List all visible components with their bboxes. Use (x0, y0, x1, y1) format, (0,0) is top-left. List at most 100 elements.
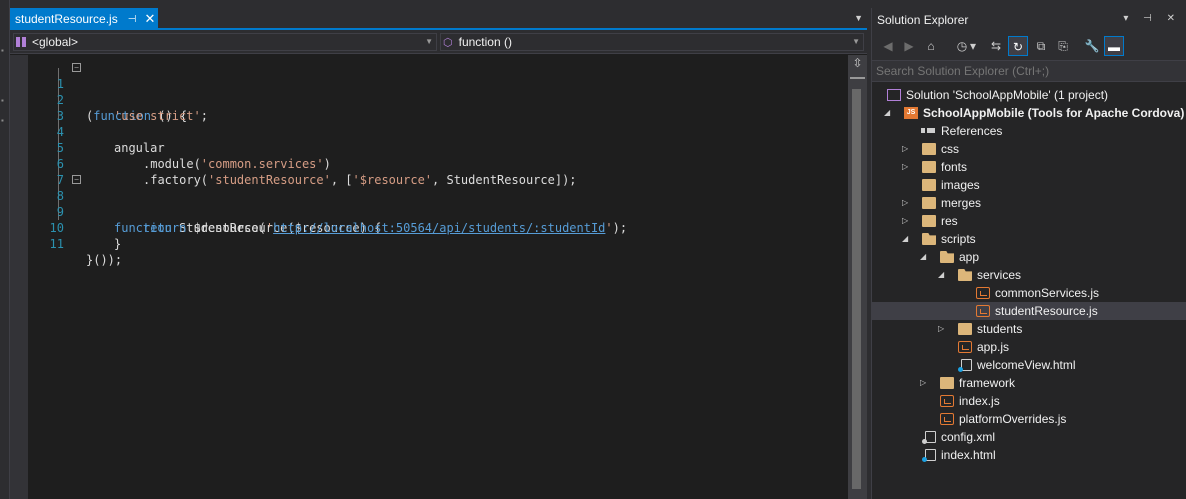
tab-studentresource-js[interactable]: studentResource.js ⊣ ✕ (10, 8, 158, 30)
scope-value: <global> (32, 35, 79, 49)
chevron-down-icon: ▼ (852, 37, 860, 46)
solution-explorer-toolbar: ◀ ▶ ⌂ ◷ ▾ ⇆ ↻ ⧉ ⎘ 🔧 ▬ (872, 32, 1186, 60)
code-text-area[interactable]: 1 − (function () { 2 'use strict'; 3 4 a… (10, 55, 848, 499)
code-line: 1 − (function () { (28, 60, 848, 123)
left-tool-strip: ▪ ▪ ▪ (0, 0, 10, 499)
split-window-icon[interactable]: ⇳ (850, 56, 865, 70)
js-file-icon (976, 305, 990, 317)
back-icon[interactable]: ◀ (878, 36, 898, 56)
expanded-arrow-icon[interactable]: ◢ (938, 266, 948, 284)
toolbox-tab-icon[interactable]: ▪ (1, 46, 4, 55)
code-line: 3 (28, 92, 848, 123)
tree-node-fonts[interactable]: ▷ fonts (872, 158, 1186, 176)
navigation-bar: <global> ▼ ⬡ function () ▼ (10, 30, 867, 54)
chevron-down-icon: ▼ (425, 37, 433, 46)
chevron-down-icon[interactable]: ▾ (968, 36, 978, 56)
folder-open-icon (922, 233, 936, 245)
collapsed-arrow-icon[interactable]: ▷ (902, 194, 912, 212)
tree-node-app[interactable]: ◢ app (872, 248, 1186, 266)
function-icon: ⬡ (443, 36, 453, 49)
solution-icon (887, 89, 901, 101)
collapsed-arrow-icon[interactable]: ▷ (938, 320, 948, 338)
collapse-icon[interactable]: − (72, 175, 81, 184)
code-line: 5 .module('common.services') (28, 124, 848, 171)
scope-dropdown[interactable]: <global> ▼ (13, 33, 437, 51)
tree-node-app-js[interactable]: app.js (872, 338, 1186, 356)
cordova-project-icon: JS (904, 107, 918, 119)
search-input[interactable] (876, 64, 1176, 78)
line-number: 11 (49, 237, 64, 251)
global-scope-icon (16, 37, 26, 47)
tree-node-css[interactable]: ▷ css (872, 140, 1186, 158)
solution-search-box[interactable] (872, 60, 1186, 82)
indicator-margin (10, 55, 28, 499)
scrollbar-thumb[interactable] (852, 89, 861, 489)
expanded-arrow-icon[interactable]: ◢ (902, 230, 912, 248)
xml-file-icon (922, 431, 936, 444)
html-file-icon (958, 359, 972, 372)
folder-icon (922, 143, 936, 155)
tree-node-references[interactable]: References (872, 122, 1186, 140)
data-tab-icon[interactable]: ▪ (1, 116, 4, 125)
code-line: 2 'use strict'; (28, 76, 848, 123)
collapsed-arrow-icon[interactable]: ▷ (902, 158, 912, 176)
tree-node-index-js[interactable]: index.js (872, 392, 1186, 410)
code-line: 9 return $resource('http://localhost:505… (28, 188, 848, 235)
home-icon[interactable]: ⌂ (921, 36, 941, 56)
tree-node-project[interactable]: ◢ JS SchoolAppMobile (Tools for Apache C… (872, 104, 1186, 122)
collapsed-arrow-icon[interactable]: ▷ (902, 140, 912, 158)
tab-title[interactable]: studentResource.js (15, 12, 118, 26)
editor-vertical-scrollbar[interactable]: ⇳ (848, 55, 867, 499)
tree-node-framework[interactable]: ▷ framework (872, 374, 1186, 392)
expanded-arrow-icon[interactable]: ◢ (884, 104, 894, 122)
refresh-icon[interactable]: ↻ (1008, 36, 1028, 56)
tree-node-scripts[interactable]: ◢ scripts (872, 230, 1186, 248)
panel-title: Solution Explorer (877, 13, 969, 27)
code-line: 10 } (28, 204, 848, 251)
collapsed-arrow-icon[interactable]: ▷ (902, 212, 912, 230)
code-line: 8 − function StudentResource($resource) … (28, 172, 848, 235)
tree-node-images[interactable]: images (872, 176, 1186, 194)
forward-icon[interactable]: ▶ (899, 36, 919, 56)
tree-node-studentresource-js[interactable]: studentResource.js (872, 302, 1186, 320)
js-file-icon (940, 413, 954, 425)
collapse-icon[interactable]: − (72, 63, 81, 72)
js-file-icon (976, 287, 990, 299)
close-icon[interactable]: ✕ (144, 11, 155, 27)
code-line: 11 }()); (28, 220, 848, 267)
tree-node-commonservices-js[interactable]: commonServices.js (872, 284, 1186, 302)
folder-icon (940, 377, 954, 389)
properties-wrench-icon[interactable]: 🔧 (1082, 36, 1102, 56)
code-line: 6 .factory('studentResource', ['$resourc… (28, 140, 848, 187)
pin-icon[interactable]: ⊣ (128, 14, 137, 25)
tab-list-dropdown-icon[interactable]: ▼ (854, 13, 863, 23)
panel-window-controls-icon[interactable]: ▾ ⊣ ✕ (1123, 13, 1181, 24)
tree-node-students[interactable]: ▷ students (872, 320, 1186, 338)
tree-node-welcomeview-html[interactable]: welcomeView.html (872, 356, 1186, 374)
collapse-all-icon[interactable]: ⧉ (1031, 36, 1051, 56)
folder-open-icon (940, 251, 954, 263)
preview-selected-items-icon[interactable]: ▬ (1104, 36, 1124, 56)
tree-node-solution[interactable]: Solution 'SchoolAppMobile' (1 project) (872, 86, 1186, 104)
member-dropdown[interactable]: ⬡ function () ▼ (440, 33, 864, 51)
show-all-files-icon[interactable]: ⎘ (1053, 36, 1073, 56)
collapsed-arrow-icon[interactable]: ▷ (920, 374, 930, 392)
html-file-icon (922, 449, 936, 462)
code-editor: studentResource.js ⊣ ✕ ▼ <global> ▼ ⬡ fu… (10, 8, 867, 499)
sync-with-active-document-icon[interactable]: ⇆ (986, 36, 1006, 56)
tree-node-merges[interactable]: ▷ merges (872, 194, 1186, 212)
tree-node-platformoverrides-js[interactable]: platformOverrides.js (872, 410, 1186, 428)
server-tab-icon[interactable]: ▪ (1, 96, 4, 105)
folder-icon (922, 215, 936, 227)
solution-explorer-header: Solution Explorer ▾ ⊣ ✕ (872, 8, 1186, 32)
tree-node-index-html[interactable]: index.html (872, 446, 1186, 464)
js-file-icon (940, 395, 954, 407)
folder-icon (922, 197, 936, 209)
folder-open-icon (958, 269, 972, 281)
js-file-icon (958, 341, 972, 353)
document-tab-strip: studentResource.js ⊣ ✕ ▼ (10, 8, 867, 30)
tree-node-res[interactable]: ▷ res (872, 212, 1186, 230)
tree-node-config-xml[interactable]: config.xml (872, 428, 1186, 446)
expanded-arrow-icon[interactable]: ◢ (920, 248, 930, 266)
tree-node-services[interactable]: ◢ services (872, 266, 1186, 284)
